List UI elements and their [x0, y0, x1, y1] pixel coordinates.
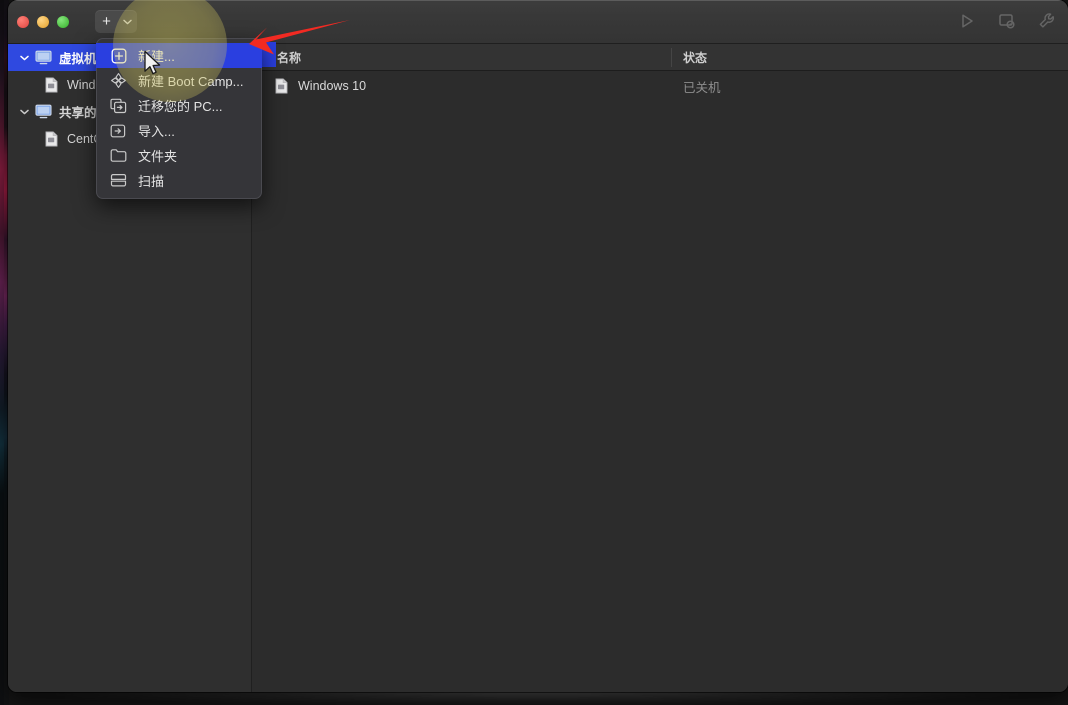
- menu-item-label: 文件夹: [138, 149, 178, 164]
- boot-camp-icon: [108, 72, 129, 90]
- chevron-down-icon[interactable]: [16, 109, 32, 115]
- vm-doc-icon: [275, 78, 288, 94]
- chevron-down-icon[interactable]: [16, 55, 32, 61]
- column-header-name[interactable]: 名称: [277, 49, 301, 66]
- add-vm-toolbar-group[interactable]: +: [95, 10, 137, 33]
- menu-item-label: 导入...: [138, 124, 175, 139]
- menu-highlight-bleed: [261, 42, 276, 67]
- folder-icon: [108, 147, 129, 165]
- plus-square-icon: [108, 47, 129, 65]
- sidebar-group-label: 共享的: [59, 106, 97, 120]
- menu-item-label: 新建...: [138, 49, 175, 64]
- chevron-down-icon[interactable]: [118, 10, 137, 33]
- sidebar-group-label: 虚拟机: [59, 52, 97, 66]
- menu-item-migrate-pc[interactable]: 迁移您的 PC...: [97, 93, 261, 118]
- desktop-wallpaper-edge: [0, 0, 4, 705]
- column-header-status[interactable]: 状态: [683, 49, 707, 66]
- screenshot-icon[interactable]: [996, 10, 1018, 32]
- menu-item-scan[interactable]: 扫描: [97, 168, 261, 193]
- menu-item-label: 扫描: [138, 174, 165, 189]
- status-badge: 已关机: [683, 80, 721, 95]
- column-divider[interactable]: [671, 48, 672, 67]
- vm-doc-icon: [40, 77, 62, 93]
- menu-item-import[interactable]: 导入...: [97, 118, 261, 143]
- minimize-button[interactable]: [37, 16, 49, 28]
- vm-list-column-header: 名称 状态: [253, 44, 1068, 71]
- vm-list-panel: 名称 状态 Windows 10 已关机: [253, 44, 1068, 692]
- add-vm-dropdown-menu: 新建... 新建 Boot Camp... 迁移您的 PC... 导入... 文…: [96, 38, 262, 199]
- vm-name-cell: Windows 10: [298, 79, 367, 93]
- power-start-icon[interactable]: [956, 10, 978, 32]
- import-icon: [108, 122, 129, 140]
- monitor-icon: [32, 104, 54, 119]
- close-button[interactable]: [17, 16, 29, 28]
- menu-item-folder[interactable]: 文件夹: [97, 143, 261, 168]
- menu-item-new-boot-camp[interactable]: 新建 Boot Camp...: [97, 68, 261, 93]
- parallels-control-center-window: + 虚拟机 Windows 共享的 CentOS 7 名称 状态 Windows…: [8, 0, 1068, 692]
- migrate-pc-icon: [108, 97, 129, 115]
- menu-item-new[interactable]: 新建...: [96, 43, 262, 68]
- wrench-icon[interactable]: [1036, 10, 1058, 32]
- add-button[interactable]: +: [95, 10, 118, 33]
- menu-item-label: 迁移您的 PC...: [138, 99, 223, 114]
- maximize-button[interactable]: [57, 16, 69, 28]
- monitor-icon: [32, 50, 54, 65]
- scan-icon: [108, 172, 129, 190]
- menu-item-label: 新建 Boot Camp...: [138, 74, 244, 89]
- table-row[interactable]: Windows 10 已关机: [253, 71, 1068, 101]
- toolbar-right-icons: [956, 10, 1058, 32]
- window-controls: [17, 16, 69, 28]
- vm-doc-icon: [40, 131, 62, 147]
